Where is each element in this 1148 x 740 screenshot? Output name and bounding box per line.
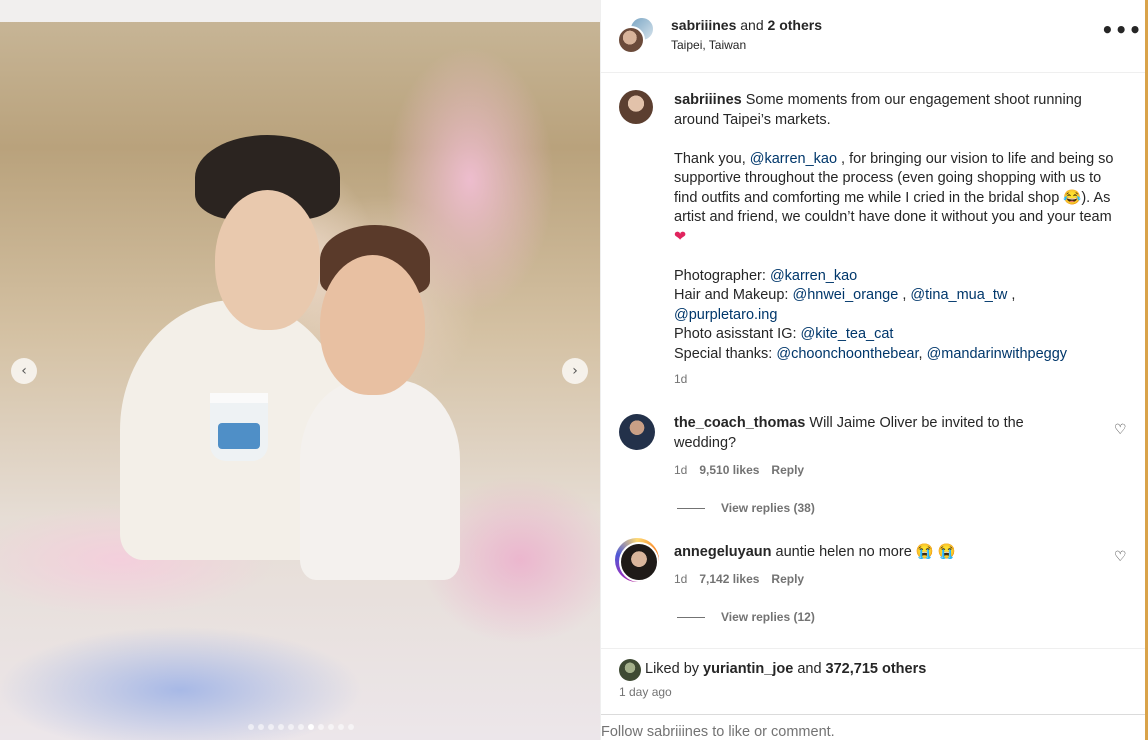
follow-prompt-bar: Follow sabriiines to like or comment. bbox=[601, 714, 1146, 740]
comment-username[interactable]: the_coach_thomas bbox=[674, 415, 805, 431]
carousel-dot bbox=[278, 724, 284, 730]
authors-others-link[interactable]: 2 others bbox=[768, 17, 822, 33]
post-authors: sabriiines and 2 others bbox=[671, 17, 822, 33]
reply-button[interactable]: Reply bbox=[771, 572, 804, 586]
carousel-dot bbox=[328, 724, 334, 730]
comment-meta: 1d 7,142 likes Reply bbox=[674, 572, 804, 586]
avatar bbox=[617, 26, 645, 54]
carousel-dot bbox=[248, 724, 254, 730]
carousel-dots bbox=[248, 724, 354, 730]
comment-time: 1d bbox=[674, 463, 688, 477]
post-header: sabriiines and 2 others Taipei, Taiwan •… bbox=[601, 0, 1146, 73]
post-footer: Liked by yuriantin_joe and 372,715 other… bbox=[601, 648, 1146, 740]
photo-person-right-face bbox=[320, 255, 425, 395]
comment-text: annegeluyaun auntie helen no more 😭 😭 bbox=[674, 543, 1074, 563]
photo-person-right-shirt bbox=[300, 380, 460, 580]
comment-text: the_coach_thomas Will Jaime Oliver be in… bbox=[674, 414, 1074, 453]
comment-time: 1d bbox=[674, 572, 688, 586]
carousel-dot bbox=[308, 724, 314, 730]
liked-by-pre: Liked by bbox=[645, 661, 704, 677]
post-caption: sabriiines Some moments from our engagem… bbox=[674, 92, 1114, 362]
carousel-dot bbox=[318, 724, 324, 730]
avatar[interactable] bbox=[615, 538, 659, 582]
caption-thanks-pre: Thank you, bbox=[674, 150, 750, 167]
avatar bbox=[619, 659, 641, 681]
carousel-dot bbox=[268, 724, 274, 730]
carousel-dot bbox=[298, 724, 304, 730]
caption-timestamp: 1d bbox=[674, 372, 688, 386]
carousel-dot bbox=[288, 724, 294, 730]
liked-by-mid: and bbox=[793, 661, 826, 677]
view-replies-label: View replies (38) bbox=[721, 501, 815, 515]
chevron-right-icon: › bbox=[572, 363, 578, 379]
carousel-dot bbox=[258, 724, 264, 730]
post-timestamp: 1 day ago bbox=[619, 685, 672, 699]
carousel-prev-button[interactable]: ‹ bbox=[11, 358, 37, 384]
reply-button[interactable]: Reply bbox=[771, 463, 804, 477]
comment-meta: 1d 9,510 likes Reply bbox=[674, 463, 804, 477]
author-username[interactable]: sabriiines bbox=[671, 17, 736, 33]
more-options-icon[interactable]: ••• bbox=[1101, 18, 1142, 42]
mention-link[interactable]: @mandarinwithpeggy bbox=[927, 346, 1067, 362]
mention-link[interactable]: @karren_kao bbox=[750, 151, 837, 167]
avatar[interactable] bbox=[619, 90, 653, 124]
view-replies-label: View replies (12) bbox=[721, 610, 815, 624]
comment-likes[interactable]: 7,142 likes bbox=[699, 572, 759, 586]
comment-likes[interactable]: 9,510 likes bbox=[699, 463, 759, 477]
like-comment-heart-icon[interactable]: ♡ bbox=[1114, 422, 1127, 438]
avatar[interactable] bbox=[619, 414, 655, 450]
carousel-dot bbox=[338, 724, 344, 730]
replies-divider bbox=[677, 507, 705, 509]
carousel-dot bbox=[348, 724, 354, 730]
view-replies-button[interactable]: View replies (12) bbox=[677, 610, 815, 624]
like-comment-heart-icon[interactable]: ♡ bbox=[1114, 549, 1127, 565]
credit-label: Photographer: bbox=[674, 267, 770, 284]
replies-divider bbox=[677, 616, 705, 618]
liked-by-user[interactable]: yuriantin_joe bbox=[703, 661, 793, 677]
photo-ice-cream-cup bbox=[210, 393, 268, 461]
chevron-left-icon: ‹ bbox=[21, 363, 27, 379]
post-detail-panel: sabriiines and 2 others Taipei, Taiwan •… bbox=[600, 0, 1146, 740]
authors-connector: and bbox=[736, 17, 768, 33]
credit-label: Hair and Makeup: bbox=[674, 287, 793, 303]
post-photo: ‹ › bbox=[0, 0, 600, 740]
mention-link[interactable]: @karren_kao bbox=[770, 268, 857, 284]
credit-label: Photo asisstant IG: bbox=[674, 326, 801, 342]
mention-link[interactable]: @purpletaro.ing bbox=[674, 307, 777, 323]
caption-username[interactable]: sabriiines bbox=[674, 92, 742, 108]
liked-by[interactable]: Liked by yuriantin_joe and 372,715 other… bbox=[645, 661, 926, 677]
post-location[interactable]: Taipei, Taiwan bbox=[671, 38, 746, 52]
comment-body: auntie helen no more 😭 😭 bbox=[771, 544, 956, 560]
photo-claw-machine-top bbox=[0, 0, 600, 22]
credit-label: Special thanks: bbox=[674, 345, 777, 362]
follow-prompt[interactable]: Follow sabriiines to like or comment. bbox=[601, 724, 835, 740]
comment-username[interactable]: annegeluyaun bbox=[674, 544, 772, 560]
mention-link[interactable]: @kite_tea_cat bbox=[801, 326, 894, 342]
liked-by-count[interactable]: 372,715 others bbox=[826, 661, 927, 677]
heart-emoji: ❤ bbox=[674, 228, 687, 245]
mention-link[interactable]: @hnwei_orange bbox=[792, 287, 898, 303]
mention-link[interactable]: @choonchoonthebear bbox=[776, 346, 918, 362]
photo-person-left-face bbox=[215, 190, 320, 330]
carousel-next-button[interactable]: › bbox=[562, 358, 588, 384]
view-replies-button[interactable]: View replies (38) bbox=[677, 501, 815, 515]
collab-avatars[interactable] bbox=[617, 16, 657, 54]
mention-link[interactable]: @tina_mua_tw bbox=[910, 287, 1007, 303]
